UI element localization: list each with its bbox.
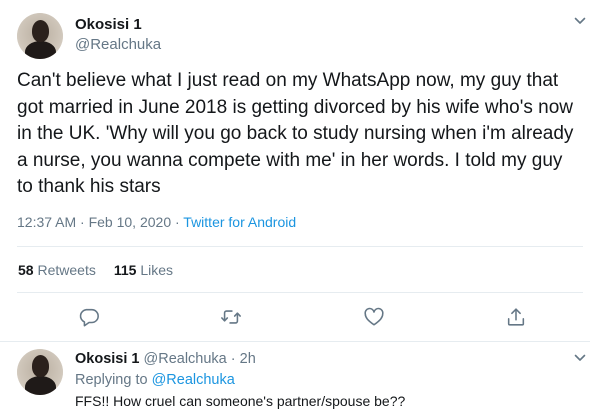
replying-to-mention[interactable]: @Realchuka bbox=[152, 372, 235, 388]
tweet-text: Can't believe what I just read on my Wha… bbox=[17, 70, 574, 197]
retweet-icon[interactable] bbox=[220, 306, 242, 328]
avatar[interactable] bbox=[17, 349, 63, 395]
replying-to-label: Replying to bbox=[75, 372, 148, 388]
tweet-stats: 58 Retweets 115 Likes bbox=[18, 262, 173, 278]
tweet-meta: 12:37 AM · Feb 10, 2020 · Twitter for An… bbox=[17, 214, 296, 230]
retweets-stat[interactable]: 58 Retweets bbox=[18, 262, 96, 278]
tweet-timestamp[interactable]: 12:37 AM · Feb 10, 2020 · bbox=[17, 214, 183, 230]
reply-header: Okosisi 1 @Realchuka · 2h bbox=[75, 351, 256, 367]
divider bbox=[17, 292, 583, 293]
reply-time[interactable]: 2h bbox=[240, 351, 256, 367]
tweet-source[interactable]: Twitter for Android bbox=[183, 214, 296, 230]
retweets-count: 58 bbox=[18, 262, 34, 278]
chevron-down-icon[interactable] bbox=[573, 14, 587, 28]
avatar[interactable] bbox=[17, 13, 63, 59]
likes-label: Likes bbox=[140, 262, 173, 278]
author-handle[interactable]: @Realchuka bbox=[75, 36, 161, 53]
reply-text: FFS!! How cruel can someone's partner/sp… bbox=[75, 393, 406, 409]
reply-author-handle[interactable]: @Realchuka bbox=[144, 351, 227, 367]
like-icon[interactable] bbox=[363, 306, 385, 328]
reply-author-name[interactable]: Okosisi 1 bbox=[75, 351, 139, 367]
separator-dot: · bbox=[230, 351, 236, 367]
author-name[interactable]: Okosisi 1 bbox=[75, 16, 142, 33]
chevron-down-icon[interactable] bbox=[573, 351, 587, 365]
likes-stat[interactable]: 115 Likes bbox=[114, 262, 173, 278]
likes-count: 115 bbox=[113, 262, 137, 278]
divider bbox=[17, 246, 583, 247]
retweets-label: Retweets bbox=[37, 262, 96, 278]
reply-icon[interactable] bbox=[78, 306, 100, 328]
main-tweet: Okosisi 1 @Realchuka Can't believe what … bbox=[0, 0, 590, 340]
reply-tweet[interactable]: Okosisi 1 @Realchuka · 2h Replying to @R… bbox=[0, 341, 590, 416]
replying-to: Replying to @Realchuka bbox=[75, 372, 235, 388]
share-icon[interactable] bbox=[505, 306, 527, 328]
